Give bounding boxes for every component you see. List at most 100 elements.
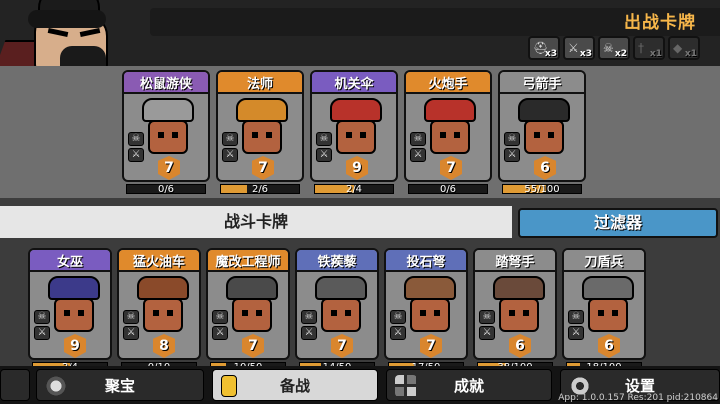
- trait-icon: ☠: [390, 310, 406, 324]
- level-badge: 6: [598, 334, 620, 358]
- card-name: 法师: [218, 72, 302, 94]
- skull-icon: ☠: [603, 41, 614, 55]
- trait-icon: ⚔: [568, 326, 584, 340]
- card-frame: 投石弩 ☠ ⚔ 7: [384, 248, 468, 360]
- upgrade-progress-text: 2/4: [345, 184, 363, 195]
- card-frame: 机关伞 ☠ ⚔ 9: [310, 70, 398, 182]
- trait-icon: ☠: [410, 132, 426, 146]
- unit-portrait: [424, 98, 476, 156]
- unit-portrait: [137, 276, 189, 334]
- collection-card[interactable]: 魔改工程师 ☠ ⚔ 7 10/50: [206, 248, 290, 373]
- deck-area: 松鼠游侠 ☠ ⚔ 7 0/6 法师 ☠ ⚔ 7 2/6 机关伞 ☠ ⚔ 9 2/…: [0, 66, 720, 198]
- trait-icon: ⚔: [123, 326, 139, 340]
- level-badge: 6: [534, 156, 556, 180]
- version-text: App: 1.0.0.157 Res:201 pid:210864: [558, 393, 718, 403]
- top-bar: 出战卡牌 ⛑ x3 ⚔ x3 ☠ x2 † x1 ◆ x1: [0, 0, 720, 66]
- card-frame: 铁蒺藜 ☠ ⚔ 7: [295, 248, 379, 360]
- level-badge: 7: [158, 156, 180, 180]
- trait-icon: ⚔: [504, 148, 520, 162]
- card-frame: 法师 ☠ ⚔ 7: [216, 70, 304, 182]
- filter-count: x1: [649, 49, 662, 59]
- collection-card-list: 女巫 ☠ ⚔ 9 2/4 猛火油车 ☠: [28, 248, 646, 373]
- trait-icon: ⚔: [316, 148, 332, 162]
- collection-card[interactable]: 踏弩手 ☠ ⚔ 6 38/100: [473, 248, 557, 373]
- card-frame: 踏弩手 ☠ ⚔ 6: [473, 248, 557, 360]
- deck-card[interactable]: 松鼠游侠 ☠ ⚔ 7 0/6: [122, 70, 210, 195]
- treasure-icon: [45, 375, 67, 397]
- unit-portrait: [315, 276, 367, 334]
- deck-title: 出战卡牌: [624, 13, 696, 33]
- trait-icon: ☠: [34, 310, 50, 324]
- filter-count: x1: [684, 49, 697, 59]
- unit-portrait: [582, 276, 634, 334]
- trait-icon: ☠: [568, 310, 584, 324]
- unit-type-filter[interactable]: ☠ x2: [598, 36, 630, 60]
- commander-portrait: [0, 0, 150, 66]
- trait-icons: ☠ ⚔: [212, 310, 228, 340]
- trait-icons: ☠ ⚔: [34, 310, 50, 340]
- level-badge: 8: [153, 334, 175, 358]
- collection-area: 女巫 ☠ ⚔ 9 2/4 猛火油车 ☠: [0, 238, 720, 373]
- card-name: 魔改工程师: [208, 250, 288, 272]
- card-name: 火炮手: [406, 72, 490, 94]
- bottom-nav: 聚宝 备战 成就 设置 App: 1.0.0.157 Res:201 pid:2…: [0, 366, 720, 404]
- card-name: 猛火油车: [119, 250, 199, 272]
- level-badge: 6: [509, 334, 531, 358]
- trait-icon: ☠: [301, 310, 317, 324]
- level-badge: 7: [242, 334, 264, 358]
- collection-card[interactable]: 女巫 ☠ ⚔ 9 2/4: [28, 248, 112, 373]
- trait-icon: ⚔: [212, 326, 228, 340]
- card-frame: 女巫 ☠ ⚔ 9: [28, 248, 112, 360]
- collection-card[interactable]: 刀盾兵 ☠ ⚔ 6 18/100: [562, 248, 646, 373]
- unit-portrait: [518, 98, 570, 156]
- card-name: 松鼠游侠: [124, 72, 208, 94]
- collection-card[interactable]: 猛火油车 ☠ ⚔ 8 0/10: [117, 248, 201, 373]
- nav-achievements[interactable]: 成就: [386, 369, 552, 401]
- trait-icon: ☠: [479, 310, 495, 324]
- trait-icon: ☠: [504, 132, 520, 146]
- level-badge: 7: [440, 156, 462, 180]
- grid-icon: [395, 375, 417, 397]
- filter-button[interactable]: 过滤器: [518, 208, 718, 238]
- nav-treasure[interactable]: 聚宝: [36, 369, 204, 401]
- trait-icon: ☠: [212, 310, 228, 324]
- collection-card[interactable]: 投石弩 ☠ ⚔ 7 17/50: [384, 248, 468, 373]
- deck-card[interactable]: 机关伞 ☠ ⚔ 9 2/4: [310, 70, 398, 195]
- unit-portrait: [330, 98, 382, 156]
- trait-icon: ⚔: [34, 326, 50, 340]
- unit-type-filter[interactable]: ⚔ x3: [563, 36, 595, 60]
- trait-icons: ☠ ⚔: [479, 310, 495, 340]
- collection-card[interactable]: 铁蒺藜 ☠ ⚔ 7 14/50: [295, 248, 379, 373]
- battle-cards-header: 战斗卡牌: [0, 206, 512, 238]
- trait-icons: ☠ ⚔: [390, 310, 406, 340]
- trait-icons: ☠ ⚔: [301, 310, 317, 340]
- level-badge: 9: [346, 156, 368, 180]
- unit-portrait: [236, 98, 288, 156]
- deck-card[interactable]: 火炮手 ☠ ⚔ 7 0/6: [404, 70, 492, 195]
- nav-left-stub[interactable]: [0, 369, 30, 401]
- upgrade-progress-text: 2/6: [251, 184, 269, 195]
- card-frame: 魔改工程师 ☠ ⚔ 7: [206, 248, 290, 360]
- filter-count: x2: [614, 49, 627, 59]
- unit-portrait: [404, 276, 456, 334]
- trait-icons: ☠ ⚔: [128, 132, 144, 162]
- unit-type-filter[interactable]: ⛑ x3: [528, 36, 560, 60]
- upgrade-progress-text: 55/100: [524, 184, 560, 195]
- nav-battle-prep[interactable]: 备战: [212, 369, 378, 401]
- card-frame: 火炮手 ☠ ⚔ 7: [404, 70, 492, 182]
- deck-card[interactable]: 法师 ☠ ⚔ 7 2/6: [216, 70, 304, 195]
- level-badge: 7: [252, 156, 274, 180]
- trait-icon: ☠: [316, 132, 332, 146]
- card-frame: 刀盾兵 ☠ ⚔ 6: [562, 248, 646, 360]
- trait-icon: ⚔: [410, 148, 426, 162]
- trait-icons: ☠ ⚔: [316, 132, 332, 162]
- upgrade-progress-text: 0/6: [157, 184, 175, 195]
- unit-type-filter[interactable]: † x1: [633, 36, 665, 60]
- card-frame: 弓箭手 ☠ ⚔ 6: [498, 70, 586, 182]
- cards-icon: [221, 375, 237, 397]
- trait-icons: ☠ ⚔: [568, 310, 584, 340]
- trait-icons: ☠ ⚔: [410, 132, 426, 162]
- card-name: 机关伞: [312, 72, 396, 94]
- unit-type-filter[interactable]: ◆ x1: [668, 36, 700, 60]
- deck-card[interactable]: 弓箭手 ☠ ⚔ 6 55/100: [498, 70, 586, 195]
